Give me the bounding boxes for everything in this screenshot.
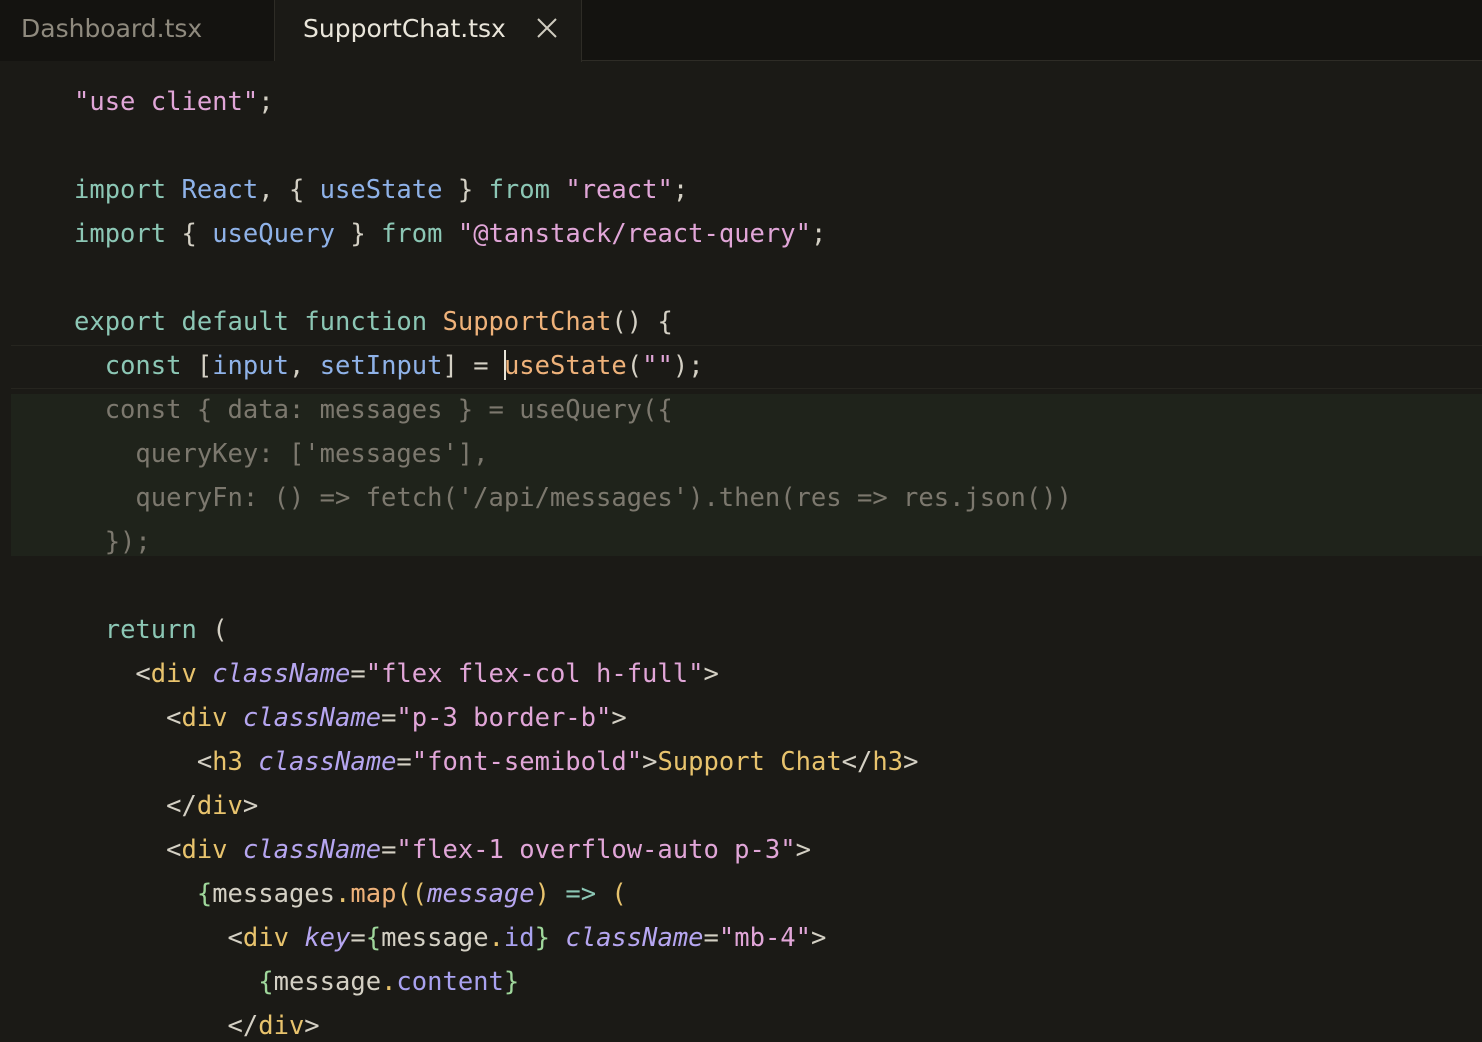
close-icon[interactable] [535, 16, 559, 40]
code-line-3: import React, { useState } from "react"; [74, 175, 689, 205]
code-line-7: const [input, setInput] = useState(""); [104, 350, 704, 381]
ghost-suggestion-line[interactable]: queryFn: () => fetch('/api/messages').th… [74, 476, 1072, 520]
tab-label: SupportChat.tsx [303, 14, 506, 43]
code-line-22: </div> [74, 1011, 320, 1041]
code-line-17: </div> [74, 791, 259, 821]
tab-supportchat[interactable]: SupportChat.tsx [275, 0, 582, 62]
code-line-18: <div className="flex-1 overflow-auto p-3… [74, 835, 811, 865]
code-line-21: {message.content} [258, 967, 520, 997]
code-line-1: "use client"; [74, 87, 274, 117]
code-line-4: import { useQuery } from "@tanstack/reac… [74, 219, 827, 249]
code-line-15: <div className="p-3 border-b"> [74, 703, 627, 733]
ghost-suggestion-line[interactable]: queryKey: ['messages'], [74, 432, 488, 476]
ghost-suggestion-line[interactable]: }); [74, 520, 151, 564]
ghost-suggestion-line[interactable]: const { data: messages } = useQuery({ [74, 388, 673, 432]
code-line-20: <div key={message.id} className="mb-4"> [74, 923, 827, 953]
code-editor[interactable]: "use client"; import React, { useState }… [0, 61, 1482, 1042]
code-line-19: {messages.map((message) => ( [196, 879, 627, 909]
tab-label: Dashboard.tsx [21, 14, 203, 43]
code-line-14: <div className="flex flex-col h-full"> [74, 659, 719, 689]
tab-bar: Dashboard.tsx SupportChat.tsx [0, 0, 1482, 62]
code-line-6: export default function SupportChat() { [74, 307, 673, 337]
code-line-13: return ( [104, 615, 228, 645]
code-line-16: <h3 className="font-semibold">Support Ch… [74, 747, 919, 777]
tab-dashboard[interactable]: Dashboard.tsx [0, 0, 275, 61]
